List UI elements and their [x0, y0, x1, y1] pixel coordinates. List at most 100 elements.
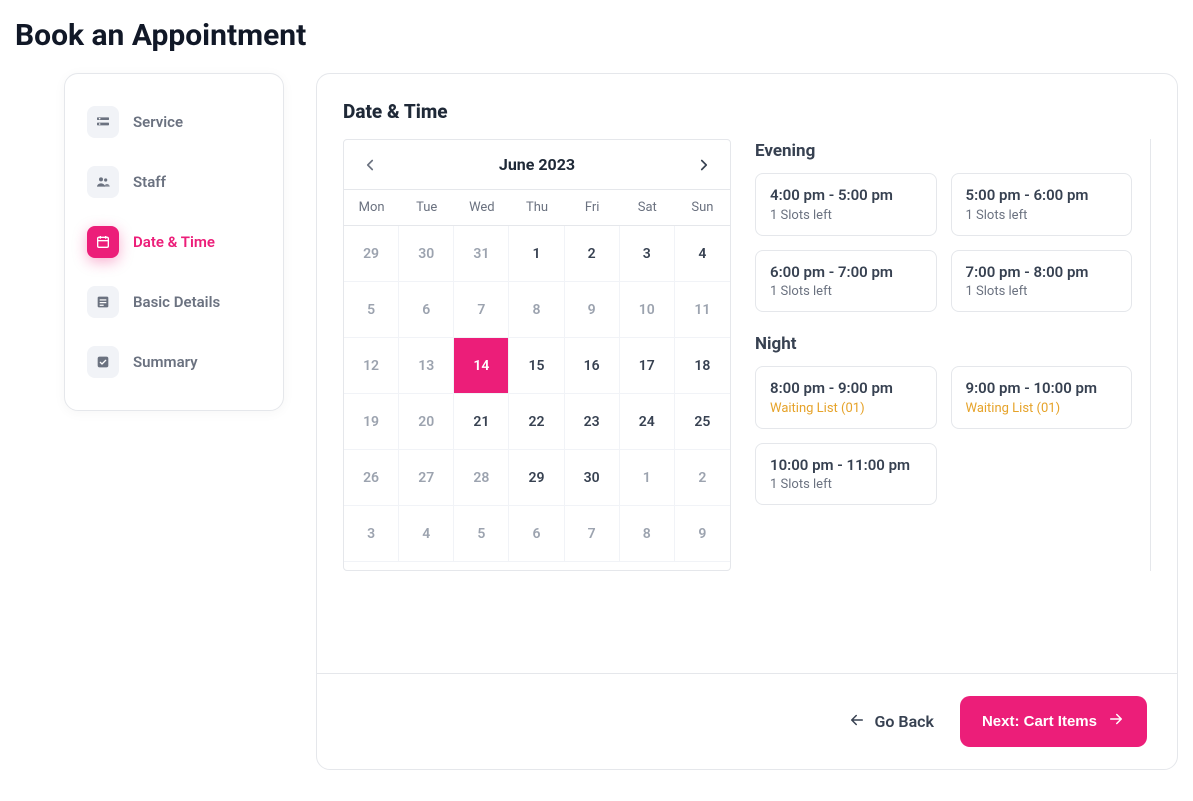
calendar-month-label: June 2023 — [499, 155, 575, 174]
calendar-day[interactable]: 9 — [565, 282, 620, 338]
sidebar-item-label: Summary — [133, 353, 198, 371]
calendar-day[interactable]: 3 — [620, 226, 675, 282]
calendar-day[interactable]: 8 — [509, 282, 564, 338]
sidebar-item-staff[interactable]: Staff — [65, 152, 283, 212]
calendar-day[interactable]: 29 — [509, 450, 564, 506]
calendar-day[interactable]: 1 — [509, 226, 564, 282]
slot-time-label: 10:00 pm - 11:00 pm — [770, 456, 922, 476]
calendar-day[interactable]: 5 — [454, 506, 509, 562]
calendar-day[interactable]: 23 — [565, 394, 620, 450]
calendar-day[interactable]: 30 — [565, 450, 620, 506]
calendar-body: 2930311234567891011121314151617181920212… — [344, 226, 730, 562]
calendar-day[interactable]: 27 — [399, 450, 454, 506]
calendar-day[interactable]: 12 — [344, 338, 399, 394]
calendar-day[interactable]: 10 — [620, 282, 675, 338]
time-slot[interactable]: 4:00 pm - 5:00 pm1 Slots left — [755, 173, 937, 236]
time-slot[interactable]: 9:00 pm - 10:00 pm Waiting List (01) — [951, 366, 1133, 429]
calendar-day[interactable]: 5 — [344, 282, 399, 338]
wizard-footer: Go Back Next: Cart Items — [317, 673, 1177, 769]
calendar-day[interactable]: 6 — [399, 282, 454, 338]
calendar: June 2023 MonTueWedThuFriSatSun 29303112… — [343, 139, 731, 571]
weekday-label: Fri — [565, 190, 620, 225]
sidebar-item-label: Basic Details — [133, 293, 220, 311]
calendar-day[interactable]: 7 — [565, 506, 620, 562]
calendar-day[interactable]: 20 — [399, 394, 454, 450]
calendar-day[interactable]: 29 — [344, 226, 399, 282]
slot-status-label: Waiting List (01) — [966, 401, 1118, 416]
calendar-day[interactable]: 15 — [509, 338, 564, 394]
service-icon — [87, 106, 119, 138]
calendar-day[interactable]: 4 — [399, 506, 454, 562]
sidebar-item-service[interactable]: Service — [65, 92, 283, 152]
slot-group-title: Evening — [755, 141, 1132, 161]
slot-status-label: 1 Slots left — [966, 284, 1118, 299]
chevron-left-icon — [361, 156, 379, 174]
calendar-day[interactable]: 4 — [675, 226, 730, 282]
wizard-sidebar: Service Staff Date & Time Basic Details Summ… — [64, 73, 284, 411]
slot-status-label: 1 Slots left — [966, 208, 1118, 223]
time-slot[interactable]: 10:00 pm - 11:00 pm1 Slots left — [755, 443, 937, 506]
weekday-label: Thu — [509, 190, 564, 225]
calendar-day[interactable]: 7 — [454, 282, 509, 338]
calendar-day[interactable]: 26 — [344, 450, 399, 506]
next-button-label: Next: Cart Items — [982, 713, 1097, 730]
calendar-day[interactable]: 19 — [344, 394, 399, 450]
sidebar-item-date-time[interactable]: Date & Time — [65, 212, 283, 272]
calendar-prev-button[interactable] — [358, 153, 382, 177]
calendar-day[interactable]: 14 — [454, 338, 509, 394]
staff-icon — [87, 166, 119, 198]
calendar-day[interactable]: 3 — [344, 506, 399, 562]
arrow-right-icon — [1107, 710, 1125, 733]
time-slots-panel[interactable]: Evening 4:00 pm - 5:00 pm1 Slots left5:00… — [753, 139, 1151, 571]
calendar-day[interactable]: 22 — [509, 394, 564, 450]
summary-icon — [87, 346, 119, 378]
weekday-label: Tue — [399, 190, 454, 225]
calendar-next-button[interactable] — [692, 153, 716, 177]
weekday-label: Wed — [454, 190, 509, 225]
time-slot[interactable]: 5:00 pm - 6:00 pm1 Slots left — [951, 173, 1133, 236]
slot-time-label: 8:00 pm - 9:00 pm — [770, 379, 922, 399]
sidebar-item-label: Date & Time — [133, 233, 215, 251]
slot-status-label: Waiting List (01) — [770, 401, 922, 416]
time-slot[interactable]: 6:00 pm - 7:00 pm1 Slots left — [755, 250, 937, 313]
calendar-day[interactable]: 2 — [565, 226, 620, 282]
calendar-day[interactable]: 28 — [454, 450, 509, 506]
calendar-day[interactable]: 1 — [620, 450, 675, 506]
calendar-day[interactable]: 6 — [509, 506, 564, 562]
section-title-date-time: Date & Time — [343, 100, 1151, 123]
sidebar-item-summary[interactable]: Summary — [65, 332, 283, 392]
weekday-label: Sat — [620, 190, 675, 225]
calendar-day[interactable]: 31 — [454, 226, 509, 282]
slot-group-title: Night — [755, 334, 1132, 354]
calendar-day[interactable]: 25 — [675, 394, 730, 450]
weekday-label: Mon — [344, 190, 399, 225]
calendar-day[interactable]: 8 — [620, 506, 675, 562]
calendar-day[interactable]: 21 — [454, 394, 509, 450]
sidebar-item-label: Staff — [133, 173, 166, 191]
calendar-day[interactable]: 9 — [675, 506, 730, 562]
calendar-day[interactable]: 18 — [675, 338, 730, 394]
calendar-day[interactable]: 11 — [675, 282, 730, 338]
go-back-button[interactable]: Go Back — [848, 711, 933, 733]
time-slot[interactable]: 7:00 pm - 8:00 pm1 Slots left — [951, 250, 1133, 313]
calendar-day[interactable]: 2 — [675, 450, 730, 506]
slot-status-label: 1 Slots left — [770, 208, 922, 223]
calendar-day[interactable]: 30 — [399, 226, 454, 282]
sidebar-item-basic-details[interactable]: Basic Details — [65, 272, 283, 332]
slot-time-label: 7:00 pm - 8:00 pm — [966, 263, 1118, 283]
calendar-weekdays: MonTueWedThuFriSatSun — [344, 190, 730, 226]
calendar-day[interactable]: 16 — [565, 338, 620, 394]
calendar-day[interactable]: 24 — [620, 394, 675, 450]
calendar-icon — [87, 226, 119, 258]
slot-time-label: 6:00 pm - 7:00 pm — [770, 263, 922, 283]
slot-time-label: 9:00 pm - 10:00 pm — [966, 379, 1118, 399]
go-back-label: Go Back — [874, 712, 933, 731]
time-slot[interactable]: 8:00 pm - 9:00 pm Waiting List (01) — [755, 366, 937, 429]
next-button[interactable]: Next: Cart Items — [960, 696, 1147, 747]
slot-status-label: 1 Slots left — [770, 284, 922, 299]
main-panel: Date & Time June 2023 MonTueWedThuFriSat… — [316, 73, 1178, 770]
sidebar-item-label: Service — [133, 113, 183, 131]
calendar-day[interactable]: 17 — [620, 338, 675, 394]
arrow-left-icon — [848, 711, 866, 733]
calendar-day[interactable]: 13 — [399, 338, 454, 394]
